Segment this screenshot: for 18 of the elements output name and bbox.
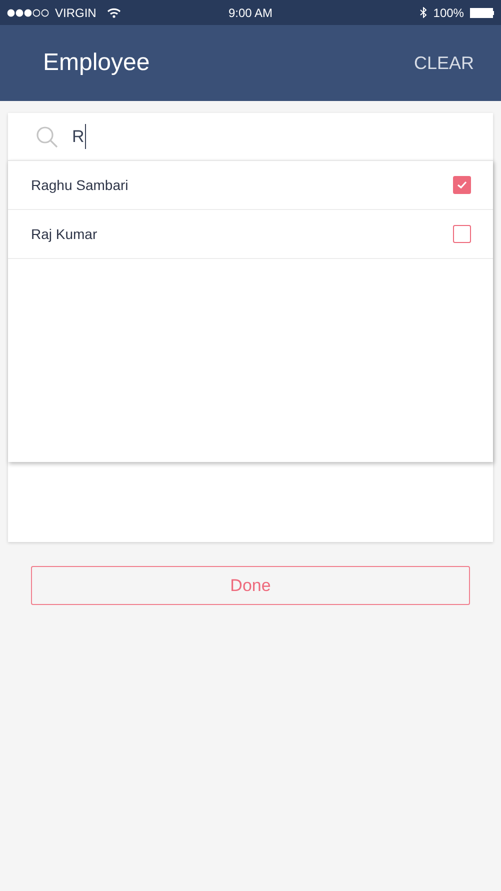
page-title: Employee bbox=[43, 48, 150, 78]
checkbox[interactable] bbox=[453, 176, 471, 194]
battery-percent: 100% bbox=[433, 4, 464, 22]
wifi-icon bbox=[107, 8, 122, 18]
clock-time: 9:00 AM bbox=[227, 4, 274, 22]
bluetooth-icon bbox=[420, 7, 428, 18]
clear-button[interactable]: CLEAR bbox=[414, 50, 474, 76]
employee-name: Raj Kumar bbox=[31, 224, 98, 244]
battery-icon bbox=[470, 8, 494, 18]
carrier-name: VIRGIN bbox=[55, 4, 96, 22]
search-icon bbox=[36, 126, 58, 148]
checkbox[interactable] bbox=[453, 225, 471, 243]
employee-row[interactable]: Raj Kumar bbox=[8, 210, 493, 259]
employee-name: Raghu Sambari bbox=[31, 176, 128, 195]
signal-icon bbox=[7, 8, 50, 16]
search-field[interactable]: R bbox=[8, 113, 493, 160]
employee-row[interactable]: Raghu Sambari bbox=[8, 161, 493, 210]
check-icon bbox=[457, 181, 467, 189]
